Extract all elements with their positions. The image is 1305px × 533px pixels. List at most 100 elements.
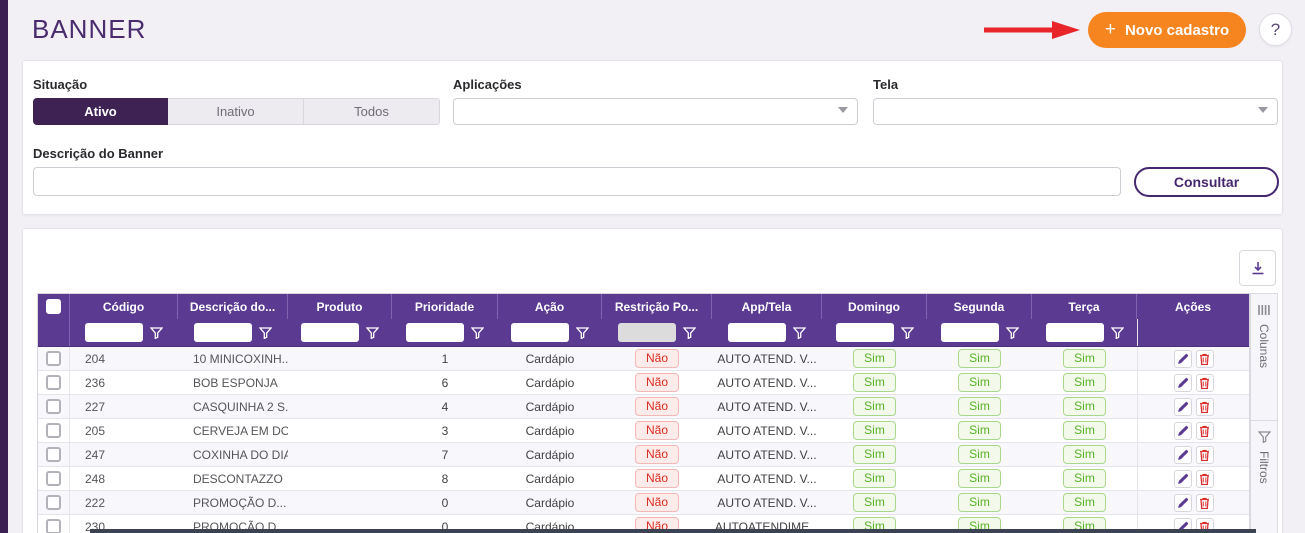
column-filter-input[interactable] xyxy=(835,323,894,342)
status-badge-sim: Sim xyxy=(1063,493,1106,512)
filter-funnel-icon[interactable] xyxy=(683,326,696,339)
edit-button[interactable] xyxy=(1173,349,1192,368)
edit-button[interactable] xyxy=(1173,445,1192,464)
cell-segunda: Sim xyxy=(927,491,1032,514)
table-row: 204 10 MINICOXINH... 1 Cardápio Não AUTO… xyxy=(38,347,1249,371)
column-filter-input[interactable] xyxy=(728,323,786,342)
column-filter-input[interactable] xyxy=(194,323,252,342)
cell-descricao: BOB ESPONJA xyxy=(193,375,278,390)
column-header-0[interactable]: Código xyxy=(70,294,178,319)
novo-cadastro-button[interactable]: + Novo cadastro xyxy=(1088,12,1246,48)
tela-select[interactable] xyxy=(873,98,1278,125)
delete-button[interactable] xyxy=(1195,469,1214,488)
column-filter-input[interactable] xyxy=(301,323,359,342)
filter-funnel-icon[interactable] xyxy=(576,326,589,339)
column-header-5[interactable]: Restrição Po... xyxy=(602,294,712,319)
row-checkbox[interactable] xyxy=(46,375,61,390)
column-filter-input[interactable] xyxy=(940,323,999,342)
delete-button[interactable] xyxy=(1195,373,1214,392)
cell-produto xyxy=(288,347,392,370)
delete-trash-icon xyxy=(1200,377,1209,389)
export-download-button[interactable] xyxy=(1239,250,1276,286)
help-button[interactable]: ? xyxy=(1259,13,1292,46)
filter-funnel-icon[interactable] xyxy=(1005,326,1019,339)
filter-funnel-icon[interactable] xyxy=(471,326,484,339)
filter-funnel-icon[interactable] xyxy=(793,326,806,339)
column-filter-input[interactable] xyxy=(511,323,569,342)
row-checkbox[interactable] xyxy=(46,423,61,438)
horizontal-scrollbar[interactable] xyxy=(90,529,1256,533)
cell-app-tela: AUTO ATEND. V... xyxy=(717,351,817,366)
status-badge-sim: Sim xyxy=(958,373,1001,392)
delete-button[interactable] xyxy=(1195,349,1214,368)
cell-descricao: CASQUINHA 2 S... xyxy=(193,399,288,414)
filter-funnel-icon[interactable] xyxy=(900,326,914,339)
cell-acoes xyxy=(1137,467,1249,490)
descricao-banner-label: Descrição do Banner xyxy=(33,146,164,161)
question-mark-icon: ? xyxy=(1270,19,1281,39)
filter-funnel-icon[interactable] xyxy=(150,326,163,339)
delete-button[interactable] xyxy=(1195,421,1214,440)
status-badge-nao: Não xyxy=(634,397,679,416)
delete-button[interactable] xyxy=(1195,493,1214,512)
cell-domingo: Sim xyxy=(822,419,927,442)
delete-button[interactable] xyxy=(1195,445,1214,464)
row-checkbox[interactable] xyxy=(46,399,61,414)
edit-button[interactable] xyxy=(1173,421,1192,440)
cell-codigo: 227 xyxy=(85,399,106,414)
status-badge-nao: Não xyxy=(634,445,679,464)
row-checkbox[interactable] xyxy=(46,471,61,486)
row-select-cell xyxy=(38,371,70,394)
aplicacoes-select[interactable] xyxy=(453,98,858,125)
column-header-2[interactable]: Produto xyxy=(288,294,392,319)
cell-descricao: DESCONTAZZO xyxy=(193,471,283,486)
filter-funnel-icon[interactable] xyxy=(259,326,272,339)
side-tab-filtros[interactable]: Filtros xyxy=(1250,421,1278,533)
filter-cell-6 xyxy=(712,319,822,346)
descricao-banner-input[interactable] xyxy=(33,167,1121,196)
row-checkbox[interactable] xyxy=(46,447,61,462)
edit-button[interactable] xyxy=(1173,493,1192,512)
filter-cell-10 xyxy=(1137,319,1249,346)
column-filter-input[interactable] xyxy=(1045,323,1104,342)
edit-button[interactable] xyxy=(1173,373,1192,392)
cell-segunda: Sim xyxy=(927,395,1032,418)
column-header-9[interactable]: Terça xyxy=(1032,294,1137,319)
aplicacoes-label: Aplicações xyxy=(453,77,522,92)
column-header-3[interactable]: Prioridade xyxy=(392,294,498,319)
column-header-10[interactable]: Ações xyxy=(1137,294,1249,319)
column-filter-input[interactable] xyxy=(618,323,676,342)
segment-todos[interactable]: Todos xyxy=(303,98,440,125)
cell-segunda: Sim xyxy=(927,443,1032,466)
column-filter-input[interactable] xyxy=(85,323,143,342)
side-tab-colunas[interactable]: Colunas xyxy=(1250,293,1278,421)
row-checkbox[interactable] xyxy=(46,495,61,510)
segment-ativo[interactable]: Ativo xyxy=(33,98,168,125)
cell-acoes xyxy=(1137,419,1249,442)
row-checkbox[interactable] xyxy=(46,351,61,366)
column-header-7[interactable]: Domingo xyxy=(822,294,927,319)
delete-button[interactable] xyxy=(1195,397,1214,416)
edit-button[interactable] xyxy=(1173,397,1192,416)
filter-funnel-icon[interactable] xyxy=(366,326,379,339)
segment-inativo[interactable]: Inativo xyxy=(168,98,303,125)
consultar-button[interactable]: Consultar xyxy=(1134,167,1279,197)
filter-funnel-icon[interactable] xyxy=(1110,326,1124,339)
status-badge-sim: Sim xyxy=(1063,469,1106,488)
column-header-4[interactable]: Ação xyxy=(498,294,602,319)
delete-trash-icon xyxy=(1200,473,1209,485)
situacao-label: Situação xyxy=(33,77,88,92)
cell-codigo: 247 xyxy=(85,447,106,462)
delete-trash-icon xyxy=(1200,425,1209,437)
select-all-checkbox[interactable] xyxy=(46,299,61,314)
column-header-8[interactable]: Segunda xyxy=(927,294,1032,319)
row-checkbox[interactable] xyxy=(46,519,61,533)
cell-acoes xyxy=(1137,347,1249,370)
column-header-6[interactable]: App/Tela xyxy=(712,294,822,319)
cell-terca: Sim xyxy=(1032,371,1137,394)
left-edge-strip xyxy=(0,0,8,533)
column-filter-input[interactable] xyxy=(406,323,464,342)
status-badge-sim: Sim xyxy=(1063,397,1106,416)
column-header-1[interactable]: Descrição do... xyxy=(178,294,288,319)
edit-button[interactable] xyxy=(1173,469,1192,488)
